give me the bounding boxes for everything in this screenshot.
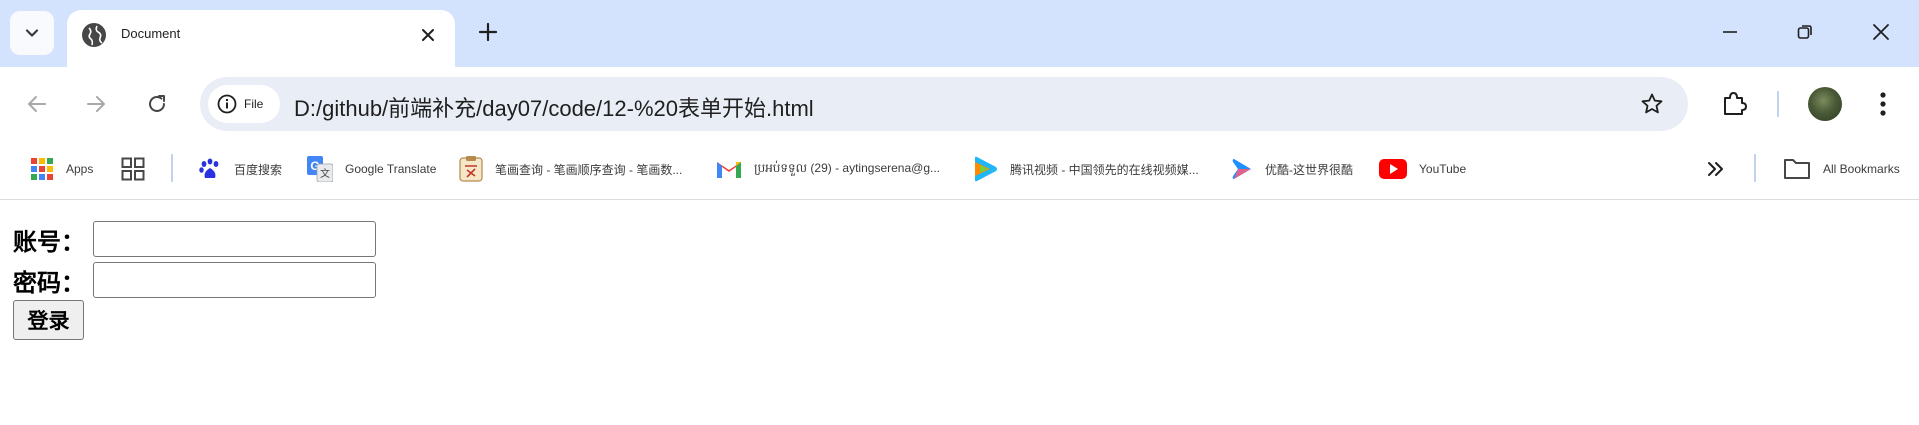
window-close-button[interactable]	[1867, 18, 1895, 46]
bookmark-label: YouTube	[1419, 162, 1467, 176]
bookmark-google-translate[interactable]: G文 Google Translate	[307, 153, 436, 185]
back-button[interactable]	[20, 87, 54, 121]
bookmark-label: 优酷-这世界很酷	[1265, 162, 1353, 177]
password-label: 密码：	[13, 267, 85, 297]
account-row: 账号：	[13, 221, 376, 257]
arrow-right-icon	[87, 96, 105, 112]
google-translate-icon: G文	[307, 156, 333, 182]
arrow-left-icon	[28, 96, 46, 112]
bookmarks-divider	[171, 154, 173, 182]
password-row: 密码：	[13, 262, 376, 298]
chrome-menu-button[interactable]	[1868, 87, 1898, 121]
browser-toolbar: File D:/github/前端补充/day07/code/12-%20表单开…	[0, 67, 1919, 139]
stroke-query-icon	[459, 156, 483, 182]
more-bookmarks-button[interactable]	[1706, 153, 1726, 185]
reload-icon	[149, 95, 165, 112]
double-chevron-right-icon	[1708, 162, 1723, 176]
info-icon	[217, 94, 237, 114]
folder-icon	[1784, 159, 1810, 179]
close-icon	[422, 29, 434, 41]
chevron-down-icon	[25, 29, 39, 37]
account-input[interactable]	[93, 221, 376, 257]
new-tab-button[interactable]	[474, 18, 502, 46]
puzzle-icon	[1724, 92, 1747, 115]
all-bookmarks-button[interactable]: All Bookmarks	[1783, 153, 1900, 185]
password-input[interactable]	[93, 262, 376, 298]
bookmark-label: ប្រអប់ទទួល (29) - aytingserena@g...	[754, 161, 940, 175]
bookmark-label: 笔画查询 - 笔画顺序查询 - 笔画数...	[495, 162, 683, 177]
gmail-icon	[717, 162, 741, 178]
login-button[interactable]: 登录	[13, 300, 84, 340]
bookmark-youtube[interactable]: YouTube	[1379, 153, 1466, 185]
minimize-button[interactable]	[1716, 18, 1744, 46]
baidu-icon	[199, 158, 219, 178]
tab-document[interactable]: Document	[67, 10, 455, 67]
restore-icon	[1797, 25, 1812, 39]
bookmark-label: Apps	[66, 162, 94, 176]
bookmark-label: 百度搜索	[234, 162, 283, 177]
bookmark-label: 腾讯视频 - 中国领先的在线视频媒...	[1010, 162, 1199, 177]
profile-avatar[interactable]	[1808, 87, 1842, 121]
grid-icon	[121, 157, 145, 181]
bookmark-stroke-query[interactable]: 笔画查询 - 笔画顺序查询 - 笔画数...	[459, 153, 682, 185]
plus-icon	[478, 22, 498, 42]
bookmark-baidu[interactable]: 百度搜索	[198, 153, 282, 185]
page-content: 账号： 密码： 登录	[0, 201, 1919, 425]
site-chip-label: File	[244, 97, 264, 111]
bookmark-gmail[interactable]: ប្រអប់ទទួល (29) - aytingserena@g...	[716, 153, 940, 185]
bookmark-star-button[interactable]	[1636, 88, 1668, 120]
apps-grid-icon	[31, 158, 53, 180]
account-label: 账号：	[13, 226, 85, 256]
tab-strip: Document	[0, 0, 1919, 67]
more-vertical-icon	[1880, 92, 1886, 116]
extensions-button[interactable]	[1716, 85, 1752, 121]
bookmark-label: Google Translate	[345, 162, 437, 176]
all-bookmarks-label: All Bookmarks	[1823, 162, 1900, 176]
restore-button[interactable]	[1791, 18, 1819, 46]
tab-groups-button[interactable]	[121, 153, 145, 185]
tencent-video-icon	[975, 156, 997, 182]
tab-title: Document	[121, 26, 181, 41]
forward-button[interactable]	[79, 87, 113, 121]
close-icon	[1873, 24, 1889, 40]
tab-search-button[interactable]	[10, 11, 54, 55]
minimize-icon	[1723, 31, 1737, 33]
bookmarks-bar: Apps 百度搜索 G文 Google Translate 笔画查询 - 笔画顺…	[0, 139, 1919, 200]
bookmark-youku[interactable]: 优酷-这世界很酷	[1231, 153, 1353, 185]
reload-button[interactable]	[140, 87, 174, 121]
address-bar[interactable]: File D:/github/前端补充/day07/code/12-%20表单开…	[200, 77, 1688, 131]
youtube-icon	[1379, 159, 1407, 179]
star-icon	[1641, 93, 1663, 114]
youku-icon	[1232, 159, 1251, 179]
globe-icon	[82, 23, 106, 47]
bookmarks-divider	[1754, 154, 1756, 182]
bookmark-apps[interactable]: Apps	[30, 153, 93, 185]
bookmark-tencent-video[interactable]: 腾讯视频 - 中国领先的在线视频媒...	[972, 153, 1199, 185]
tab-close-button[interactable]	[416, 23, 440, 47]
toolbar-divider	[1777, 91, 1779, 117]
svg-text:文: 文	[320, 167, 330, 180]
site-info-chip[interactable]: File	[208, 85, 280, 123]
url-text[interactable]: D:/github/前端补充/day07/code/12-%20表单开始.htm…	[294, 91, 814, 123]
